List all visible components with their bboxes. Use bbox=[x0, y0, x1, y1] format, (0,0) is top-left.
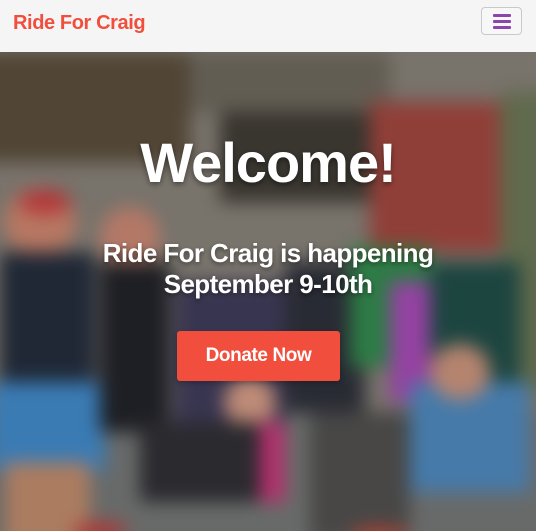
hero-title: Welcome! bbox=[140, 131, 396, 194]
navbar: Ride For Craig bbox=[0, 0, 536, 52]
menu-toggle-button[interactable] bbox=[481, 7, 522, 35]
donate-now-button[interactable]: Donate Now bbox=[177, 331, 340, 381]
brand-link[interactable]: Ride For Craig bbox=[13, 12, 146, 35]
hero-section: Welcome! Ride For Craig is happening Sep… bbox=[0, 52, 536, 531]
hero-content: Welcome! Ride For Craig is happening Sep… bbox=[0, 52, 536, 531]
hamburger-menu-icon bbox=[492, 13, 511, 29]
hero-subtitle: Ride For Craig is happening September 9-… bbox=[102, 238, 434, 299]
